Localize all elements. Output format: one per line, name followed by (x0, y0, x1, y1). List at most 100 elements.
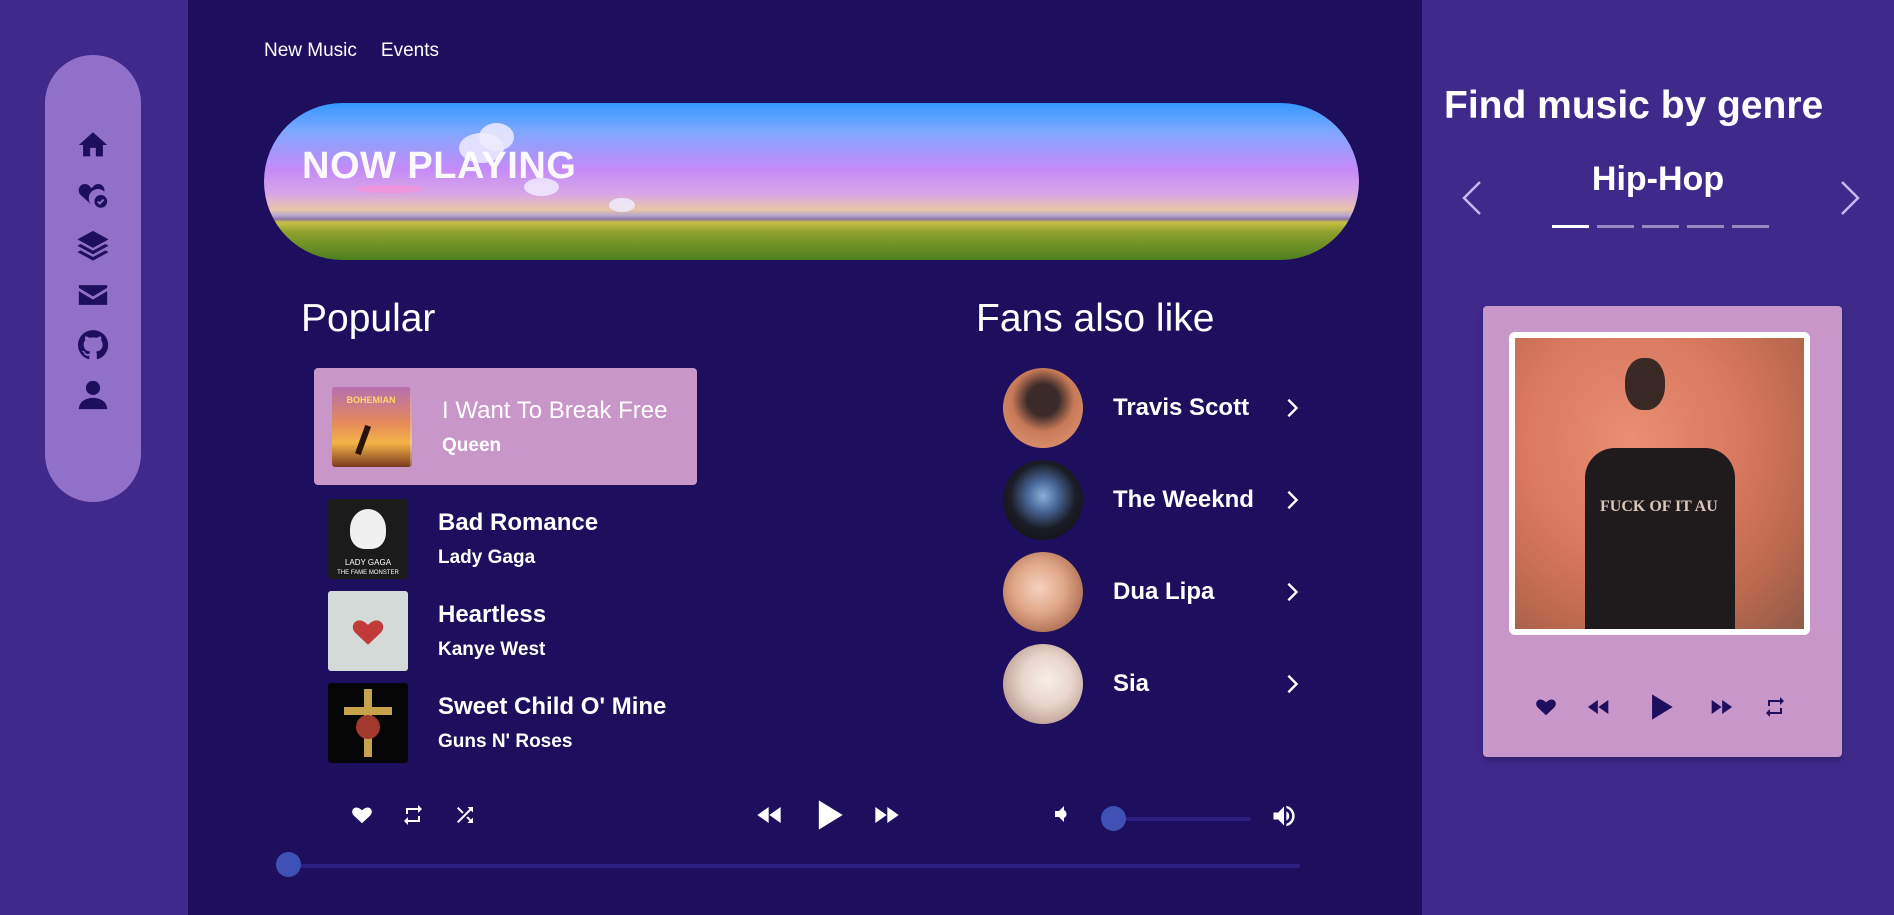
now-playing-banner: NOW PLAYING (264, 103, 1359, 260)
play-icon (1652, 694, 1673, 720)
like-button[interactable] (351, 804, 373, 826)
previous-button[interactable] (754, 799, 786, 831)
skull-shape (356, 715, 380, 739)
chevron-right-icon[interactable] (1838, 180, 1862, 216)
song-item[interactable]: LADY GAGA THE FAME MONSTER Bad Romance L… (328, 494, 708, 584)
fast-forward-icon (875, 807, 899, 823)
genre-panel: Find music by genre Hip-Hop FUCK OF IT A… (1422, 0, 1894, 915)
player-main-controls (754, 790, 902, 840)
progress-slider-thumb[interactable] (276, 852, 301, 877)
card-like-button[interactable] (1535, 696, 1557, 718)
song-artist: Lady Gaga (438, 547, 536, 568)
heart-check-icon (78, 183, 108, 208)
play-icon (818, 800, 843, 830)
shuffle-button[interactable] (453, 803, 477, 827)
artist-item[interactable]: Travis Scott (1003, 368, 1303, 448)
artist-name: Sia (1113, 670, 1150, 697)
repeat-icon (404, 805, 422, 825)
genre-indicator-active[interactable] (1552, 225, 1589, 228)
album-cover-fame-monster: LADY GAGA THE FAME MONSTER (328, 499, 408, 579)
card-next-button[interactable] (1707, 693, 1735, 721)
home-button[interactable] (73, 127, 113, 163)
genre-current: Hip-Hop (1591, 160, 1725, 198)
repeat-button[interactable] (401, 803, 425, 827)
figure-shape (355, 424, 371, 455)
genre-indicator[interactable] (1732, 225, 1769, 228)
artist-avatar (1003, 644, 1083, 724)
song-artist: Kanye West (438, 639, 546, 660)
album-cover-appetite (328, 683, 408, 763)
song-title: I Want To Break Free (442, 396, 668, 424)
player-secondary-controls (351, 790, 477, 840)
shuffle-icon (457, 807, 473, 823)
figure-shape (350, 509, 386, 549)
rewind-icon (757, 807, 781, 823)
heart-icon (1536, 699, 1556, 716)
volume-down-button[interactable] (1050, 802, 1074, 826)
volume-up-button[interactable] (1270, 802, 1298, 830)
artist-name: Dua Lipa (1113, 578, 1215, 605)
song-item[interactable]: Sweet Child O' Mine Guns N' Roses (328, 678, 708, 768)
song-artist: Queen (442, 434, 502, 456)
github-icon (77, 330, 109, 360)
fast-forward-icon (1711, 700, 1733, 714)
nav-link-new-music[interactable]: New Music (264, 40, 357, 62)
github-button[interactable] (73, 327, 113, 363)
genre-indicator[interactable] (1597, 225, 1634, 228)
genre-indicator[interactable] (1687, 225, 1724, 228)
volume-slider-track[interactable] (1115, 817, 1251, 821)
song-title: Heartless (438, 601, 547, 628)
home-icon (78, 132, 108, 157)
rewind-icon (1587, 700, 1609, 714)
card-controls (1535, 688, 1787, 726)
heart-icon (352, 807, 372, 824)
artist-item[interactable]: The Weeknd (1003, 460, 1303, 540)
mail-button[interactable] (73, 277, 113, 313)
nav-link-events[interactable]: Events (381, 40, 439, 62)
artist-avatar (1003, 552, 1083, 632)
album-cover-text: BOHEMIAN (346, 394, 396, 405)
album-cover-subtext: THE FAME MONSTER (337, 570, 399, 576)
card-previous-button[interactable] (1585, 693, 1613, 721)
person-icon (78, 380, 108, 410)
song-item-active[interactable]: BOHEMIAN I Want To Break Free Queen (314, 368, 697, 485)
profile-button[interactable] (73, 377, 113, 413)
volume-down-icon (1055, 806, 1067, 822)
nav-pill (45, 55, 141, 502)
card-play-button[interactable] (1641, 688, 1679, 726)
featured-album-art: FUCK OF IT AU (1509, 332, 1810, 635)
chevron-right-icon (1287, 490, 1299, 510)
play-button[interactable] (806, 793, 850, 837)
artist-name: The Weeknd (1113, 486, 1254, 513)
figure-head-shape (1625, 358, 1665, 410)
progress-slider-track[interactable] (289, 864, 1300, 868)
artist-item[interactable]: Dua Lipa (1003, 552, 1303, 632)
fans-also-like-title: Fans also like (976, 297, 1215, 340)
genre-indicator[interactable] (1642, 225, 1679, 228)
volume-slider-thumb[interactable] (1101, 806, 1126, 831)
library-button[interactable] (73, 227, 113, 263)
featured-player-card: FUCK OF IT AU (1483, 306, 1842, 757)
popular-title: Popular (301, 297, 436, 340)
now-playing-title: NOW PLAYING (302, 145, 577, 187)
layers-icon (77, 230, 109, 261)
cross-shape (344, 707, 392, 715)
repeat-icon (1766, 697, 1784, 717)
chevron-right-icon (1287, 398, 1299, 418)
album-cover-808s (328, 591, 408, 671)
next-button[interactable] (870, 799, 902, 831)
figure-body-shape (1585, 448, 1735, 629)
genre-heading: Find music by genre (1444, 84, 1824, 127)
song-item[interactable]: Heartless Kanye West (328, 586, 708, 676)
genre-indicators (1552, 225, 1769, 228)
favorites-button[interactable] (73, 177, 113, 213)
card-repeat-button[interactable] (1763, 695, 1787, 719)
artist-avatar (1003, 460, 1083, 540)
left-sidebar (0, 0, 188, 915)
song-title: Bad Romance (438, 509, 599, 536)
shirt-text: FUCK OF IT AU (1600, 498, 1718, 515)
heart-icon (352, 620, 384, 645)
song-artist: Guns N' Roses (438, 731, 573, 752)
artist-avatar (1003, 368, 1083, 448)
artist-item[interactable]: Sia (1003, 644, 1303, 724)
